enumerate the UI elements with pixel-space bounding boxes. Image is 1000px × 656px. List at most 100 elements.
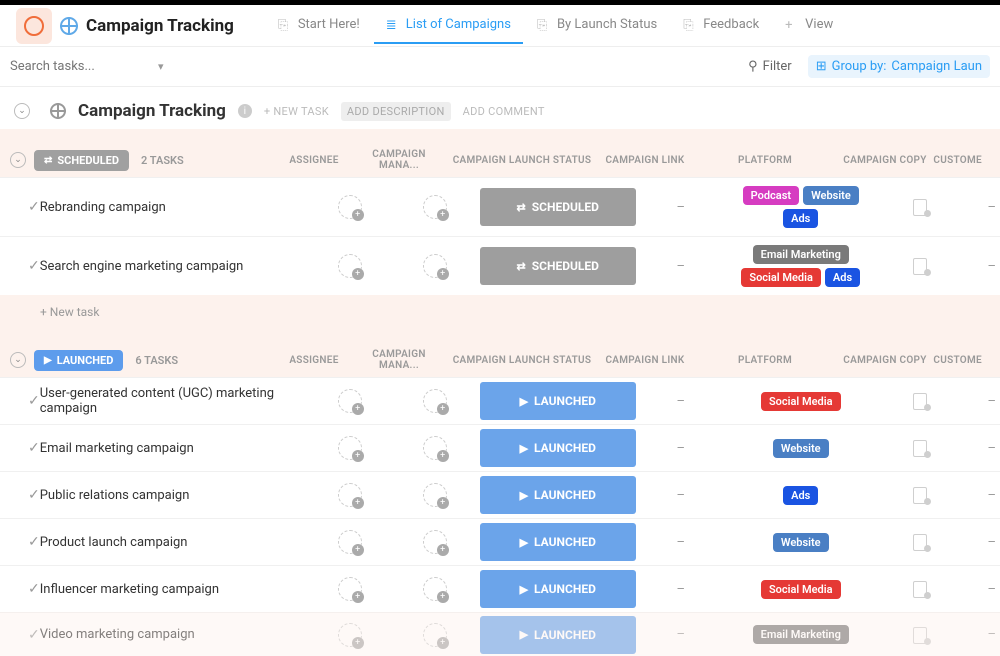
customer-cell[interactable]: – (966, 535, 1000, 550)
task-check-icon[interactable]: ✓ (28, 258, 40, 274)
status-cell[interactable]: ▶LAUNCHED (480, 476, 636, 514)
document-icon[interactable] (913, 581, 929, 597)
search-input[interactable] (10, 59, 150, 74)
copy-cell[interactable] (876, 199, 966, 215)
link-cell[interactable]: – (636, 627, 726, 642)
add-comment-action[interactable]: ADD COMMENT (463, 105, 545, 118)
platform-cell[interactable]: Email MarketingSocial MediaAds (726, 241, 876, 291)
tab-feedback[interactable]: ⎘Feedback (671, 7, 771, 44)
column-header-assignee[interactable]: ASSIGNEE (274, 155, 354, 166)
column-header-status[interactable]: CAMPAIGN LAUNCH STATUS (444, 155, 600, 166)
status-cell[interactable]: ▶LAUNCHED (480, 382, 636, 420)
column-header-status[interactable]: CAMPAIGN LAUNCH STATUS (444, 355, 600, 366)
customer-cell[interactable]: – (966, 259, 1000, 274)
assignee-cell[interactable] (310, 389, 390, 413)
platform-cell[interactable]: Social Media (726, 576, 876, 603)
task-name[interactable]: User-generated content (UGC) marketing c… (40, 386, 310, 416)
manager-avatar-icon[interactable] (423, 483, 447, 507)
assignee-cell[interactable] (310, 483, 390, 507)
manager-cell[interactable] (390, 389, 480, 413)
task-check-icon[interactable]: ✓ (28, 627, 40, 643)
status-cell[interactable]: ▶LAUNCHED (480, 570, 636, 608)
manager-avatar-icon[interactable] (423, 623, 447, 647)
manager-cell[interactable] (390, 623, 480, 647)
column-header-customer[interactable]: CUSTOME (930, 155, 990, 166)
platform-tag[interactable]: Ads (783, 486, 818, 505)
task-row[interactable]: ✓Influencer marketing campaign▶LAUNCHED–… (0, 565, 1000, 612)
copy-cell[interactable] (876, 627, 966, 643)
group-status-pill[interactable]: ⇄SCHEDULED (34, 150, 129, 171)
manager-avatar-icon[interactable] (423, 195, 447, 219)
tab-view[interactable]: +View (773, 7, 845, 44)
manager-cell[interactable] (390, 254, 480, 278)
platform-tag[interactable]: Podcast (743, 186, 799, 205)
customer-cell[interactable]: – (966, 394, 1000, 409)
manager-avatar-icon[interactable] (423, 530, 447, 554)
status-cell[interactable]: ▶LAUNCHED (480, 616, 636, 654)
link-cell[interactable]: – (636, 200, 726, 215)
new-task-button[interactable]: + New task (0, 295, 1000, 329)
task-row[interactable]: ✓Public relations campaign▶LAUNCHED–Ads– (0, 471, 1000, 518)
platform-tag[interactable]: Ads (825, 268, 860, 287)
group-status-pill[interactable]: ▶LAUNCHED (34, 350, 123, 371)
link-cell[interactable]: – (636, 488, 726, 503)
assignee-cell[interactable] (310, 195, 390, 219)
column-header-link[interactable]: CAMPAIGN LINK (600, 155, 690, 166)
group-collapse-icon[interactable]: ⌄ (10, 352, 26, 368)
status-cell[interactable]: ▶LAUNCHED (480, 523, 636, 561)
assignee-avatar-icon[interactable] (338, 389, 362, 413)
copy-cell[interactable] (876, 581, 966, 597)
status-cell[interactable]: ⇄SCHEDULED (480, 247, 636, 285)
assignee-avatar-icon[interactable] (338, 483, 362, 507)
column-header-assignee[interactable]: ASSIGNEE (274, 355, 354, 366)
column-header-copy[interactable]: CAMPAIGN COPY (840, 155, 930, 166)
task-row[interactable]: ✓Rebranding campaign⇄SCHEDULED–PodcastWe… (0, 177, 1000, 236)
assignee-cell[interactable] (310, 577, 390, 601)
task-check-icon[interactable]: ✓ (28, 534, 40, 550)
document-icon[interactable] (913, 487, 929, 503)
filter-button[interactable]: ⚲ Filter (748, 59, 792, 74)
task-row[interactable]: ✓Video marketing campaign▶LAUNCHED–Email… (0, 612, 1000, 656)
task-name[interactable]: Public relations campaign (40, 488, 310, 503)
platform-cell[interactable]: Email Marketing (726, 621, 876, 648)
tab-list-of-campaigns[interactable]: ≣List of Campaigns (374, 7, 523, 44)
document-icon[interactable] (913, 440, 929, 456)
manager-cell[interactable] (390, 195, 480, 219)
task-check-icon[interactable]: ✓ (28, 440, 40, 456)
platform-tag[interactable]: Social Media (761, 580, 841, 599)
assignee-avatar-icon[interactable] (338, 436, 362, 460)
task-row[interactable]: ✓Search engine marketing campaign ⇄SCHEDU… (0, 236, 1000, 295)
manager-avatar-icon[interactable] (423, 436, 447, 460)
platform-tag[interactable]: Ads (783, 209, 818, 228)
assignee-avatar-icon[interactable] (338, 623, 362, 647)
tab-by-launch-status[interactable]: ⎘By Launch Status (525, 7, 669, 44)
platform-tag[interactable]: Website (773, 533, 829, 552)
new-task-action[interactable]: + NEW TASK (264, 105, 329, 118)
platform-tag[interactable]: Social Media (761, 392, 841, 411)
document-icon[interactable] (913, 534, 929, 550)
link-cell[interactable]: – (636, 441, 726, 456)
copy-cell[interactable] (876, 440, 966, 456)
customer-cell[interactable]: – (966, 582, 1000, 597)
task-name[interactable]: Product launch campaign (40, 535, 310, 550)
link-cell[interactable]: – (636, 582, 726, 597)
customer-cell[interactable]: – (966, 441, 1000, 456)
status-cell[interactable]: ⇄SCHEDULED (480, 188, 636, 226)
task-check-icon[interactable]: ✓ (28, 393, 40, 409)
assignee-avatar-icon[interactable] (338, 530, 362, 554)
platform-tag[interactable]: Email Marketing (753, 625, 849, 644)
task-row[interactable]: ✓Email marketing campaign▶LAUNCHED–Websi… (0, 424, 1000, 471)
task-check-icon[interactable]: ✓ (28, 581, 40, 597)
document-icon[interactable] (913, 258, 929, 274)
assignee-cell[interactable] (310, 530, 390, 554)
manager-cell[interactable] (390, 436, 480, 460)
task-name[interactable]: Email marketing campaign (40, 441, 310, 456)
info-icon[interactable]: i (238, 104, 252, 118)
task-name[interactable]: Search engine marketing campaign (40, 259, 310, 274)
document-icon[interactable] (913, 627, 929, 643)
assignee-cell[interactable] (310, 436, 390, 460)
column-header-mana[interactable]: CAMPAIGN MANA... (354, 349, 444, 371)
platform-tag[interactable]: Email Marketing (753, 245, 849, 264)
platform-tag[interactable]: Website (803, 186, 859, 205)
column-header-mana[interactable]: CAMPAIGN MANA... (354, 149, 444, 171)
